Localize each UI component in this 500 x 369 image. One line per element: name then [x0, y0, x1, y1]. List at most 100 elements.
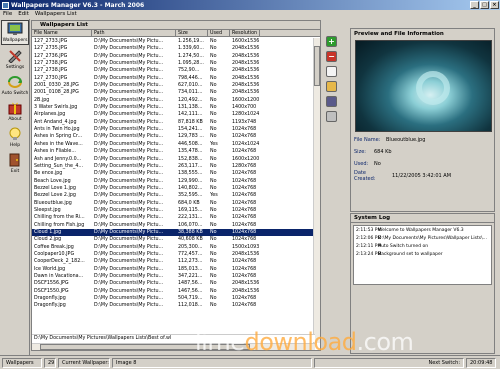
- remove-icon[interactable]: −: [326, 51, 337, 62]
- save-list-icon[interactable]: [326, 96, 337, 107]
- table-cell: No: [210, 251, 217, 257]
- table-row[interactable]: DSCF1550.JPG D:\My Documents\My Pictu... 1…: [32, 288, 315, 295]
- table-row[interactable]: Cloud 1.jpg D:\My Documents\My Pictu... 38…: [32, 228, 315, 237]
- table-cell: Yes: [210, 193, 218, 199]
- table-cell: 154,241...: [178, 127, 203, 133]
- table-row[interactable]: Ants in Twin Ho.jpg D:\My Documents\My Pi…: [32, 126, 315, 133]
- table-cell: Bezzel Love 1.jpg: [34, 185, 76, 191]
- column-path[interactable]: Path: [92, 30, 176, 36]
- column-file-name[interactable]: File Name: [32, 30, 92, 36]
- table-row[interactable]: Blueoutblue.jpg D:\My Documents\My Pictu.…: [32, 200, 315, 207]
- table-row[interactable]: 127_2730.JPG D:\My Documents\My Pictu... 7…: [32, 75, 315, 82]
- used-value: No: [374, 161, 381, 167]
- table-cell: D:\My Documents\My Pictu...: [94, 156, 164, 162]
- table-cell: Dragonfly.jpg: [34, 303, 66, 309]
- table-row[interactable]: 2001_0330_28.JPG D:\My Documents\My Pictu…: [32, 82, 315, 89]
- table-row[interactable]: Setting_Sun_the_4... D:\My Documents\My P…: [32, 163, 315, 170]
- table-row[interactable]: Sleepst.jpg D:\My Documents\My Pictu... 16…: [32, 207, 315, 214]
- menu-edit[interactable]: Edit: [18, 11, 29, 17]
- table-row[interactable]: 2001_0108_28.JPG D:\My Documents\My Pictu…: [32, 89, 315, 96]
- table-cell: D:\My Documents\My Pictu...: [94, 259, 164, 265]
- table-cell: 138,555...: [178, 171, 203, 177]
- table-row[interactable]: 127_2736.JPG D:\My Documents\My Pictu... 1…: [32, 53, 315, 60]
- table-row[interactable]: 127_2733.JPG D:\My Documents\My Pictu... 1…: [32, 38, 315, 45]
- table-row[interactable]: Bezzel Love 1.jpg D:\My Documents\My Pict…: [32, 185, 315, 192]
- preview-title: Preview and File Information: [351, 29, 494, 38]
- table-cell: 2048x1536: [232, 75, 260, 81]
- system-log-list: 2:11:53 PM Welcome to Wallpapers Manager …: [353, 225, 492, 285]
- sidebar-item-about[interactable]: About: [1, 98, 29, 123]
- table-cell: 1280x768: [232, 163, 257, 169]
- table-cell: 1600x1536: [232, 39, 260, 44]
- table-row[interactable]: 127_2738.JPG D:\My Documents\My Pictu... 7…: [32, 67, 315, 74]
- table-cell: No: [210, 53, 217, 59]
- table-row[interactable]: DSCF1556.JPG D:\My Documents\My Pictu... 1…: [32, 280, 315, 287]
- table-row[interactable]: Dragonfly.jpg D:\My Documents\My Pictu...…: [32, 295, 315, 302]
- table-row[interactable]: Airplanes.jpg D:\My Documents\My Pictu...…: [32, 111, 315, 118]
- table-cell: 127_2735.JPG: [34, 46, 68, 52]
- table-cell: DSCF1550.JPG: [34, 288, 69, 294]
- date-created-label: Date Created:: [354, 170, 376, 182]
- table-cell: 140,802...: [178, 185, 203, 191]
- table-cell: D:\My Documents\My Pictu...: [94, 178, 164, 184]
- add-icon[interactable]: +: [326, 36, 337, 47]
- table-row[interactable]: Dragonfly.jpg D:\My Documents\My Pictu...…: [32, 302, 315, 309]
- table-row[interactable]: Ashes in the Wave... D:\My Documents\My P…: [32, 141, 315, 148]
- table-cell: D:\My Documents\My Pictu...: [94, 127, 164, 133]
- log-text: Welcome to Wallpapers Manager V6.3: [378, 227, 464, 233]
- table-row[interactable]: Ash and Jenny.0.0... D:\My Documents\My P…: [32, 156, 315, 163]
- sidebar-item-wallpapers[interactable]: Wallpapers: [1, 20, 29, 45]
- table-row[interactable]: 2B.jpg D:\My Documents\My Pictu... 120,492…: [32, 97, 315, 104]
- menu-wallpapers-list[interactable]: Wallpapers List: [35, 11, 77, 17]
- table-cell: No: [210, 259, 217, 265]
- sidebar-item-help[interactable]: Help: [1, 124, 29, 149]
- vertical-scroll-thumb[interactable]: [314, 46, 320, 86]
- sidebar-item-auto-switch[interactable]: Auto Switch: [1, 72, 29, 97]
- table-row[interactable]: Coolpaper10.JPG D:\My Documents\My Pictu.…: [32, 251, 315, 258]
- copy-icon[interactable]: [326, 111, 337, 122]
- minimize-button[interactable]: _: [470, 1, 479, 9]
- table-row[interactable]: Be ence.jpg D:\My Documents\My Pictu... 13…: [32, 170, 315, 177]
- table-row[interactable]: Bezzel Love 2.jpg D:\My Documents\My Pict…: [32, 192, 315, 199]
- table-row[interactable]: Beach Love.jpg D:\My Documents\My Pictu..…: [32, 178, 315, 185]
- table-row[interactable]: 127_2735.JPG D:\My Documents\My Pictu... 1…: [32, 45, 315, 52]
- table-cell: No: [210, 127, 217, 133]
- menu-file[interactable]: File: [3, 11, 12, 17]
- table-cell: 1024x768: [232, 222, 257, 228]
- column-used[interactable]: Used: [208, 30, 230, 36]
- table-row[interactable]: Ice World.jpg D:\My Documents\My Pictu...…: [32, 266, 315, 273]
- table-row[interactable]: Ashes in Fliable... D:\My Documents\My Pi…: [32, 148, 315, 155]
- table-cell: 1024x768: [232, 200, 257, 206]
- table-cell: No: [210, 303, 217, 309]
- table-cell: 2B.jpg: [34, 97, 50, 103]
- table-cell: 127_2738.JPG: [34, 68, 68, 74]
- table-row[interactable]: Ant Andand_4.jpg D:\My Documents\My Pictu…: [32, 119, 315, 126]
- table-row[interactable]: 3 Water Swirls.jpg D:\My Documents\My Pic…: [32, 104, 315, 111]
- table-row[interactable]: Chilling from Fish.jpg D:\My Documents\My…: [32, 222, 315, 229]
- table-row[interactable]: Chilling from the Ri... D:\My Documents\M…: [32, 214, 315, 221]
- table-cell: 1024x768: [232, 207, 257, 213]
- help-icon: [9, 127, 21, 140]
- sidebar-item-settings[interactable]: Settings: [1, 46, 29, 71]
- table-row[interactable]: CooperDeck_2_182... D:\My Documents\My Pi…: [32, 258, 315, 265]
- table-row[interactable]: 127_2738.JPG D:\My Documents\My Pictu... 1…: [32, 60, 315, 67]
- table-cell: Ants in Twin Ho.jpg: [34, 127, 80, 133]
- table-row[interactable]: Cloud 2.jpg D:\My Documents\My Pictu... 40…: [32, 236, 315, 243]
- table-cell: CooperDeck_2_182...: [34, 259, 85, 265]
- log-text: D:\My Documents\My Pictures\Wallpaper Li…: [378, 235, 487, 241]
- table-cell: 734,011...: [178, 90, 203, 96]
- table-row[interactable]: Ashes in Spring Cr... D:\My Documents\My …: [32, 133, 315, 140]
- list-vertical-scrollbar[interactable]: [313, 38, 320, 343]
- maximize-button[interactable]: □: [480, 1, 489, 9]
- sidebar-item-exit[interactable]: Exit: [1, 150, 29, 175]
- table-row[interactable]: Dawn in Vacationa... D:\My Documents\My P…: [32, 273, 315, 280]
- column-resolution[interactable]: Resolution: [230, 30, 260, 36]
- table-cell: 106,070...: [178, 222, 203, 228]
- column-size[interactable]: Size: [176, 30, 208, 36]
- open-list-icon[interactable]: [326, 81, 337, 92]
- table-cell: No: [210, 149, 217, 155]
- close-button[interactable]: ×: [490, 1, 499, 9]
- wallpapers-list-panel: Wallpapers List File Name Path Size Used…: [31, 20, 321, 351]
- new-list-icon[interactable]: [326, 66, 337, 77]
- table-row[interactable]: Coffee Break.jpg D:\My Documents\My Pictu…: [32, 244, 315, 251]
